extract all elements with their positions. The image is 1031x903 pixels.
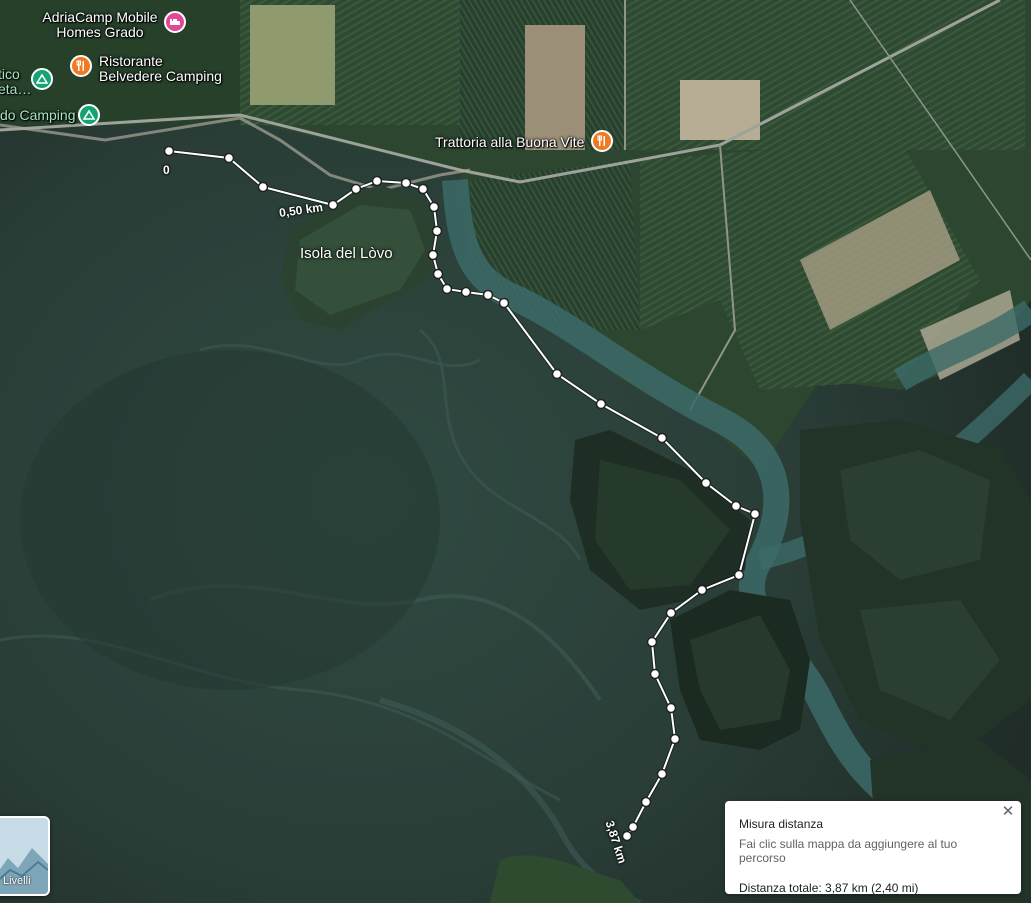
hotel-bed-icon (164, 11, 186, 33)
route-vertex-9[interactable] (431, 225, 443, 237)
route-vertex-28[interactable] (669, 733, 681, 745)
route-vertex-32[interactable] (621, 830, 633, 842)
tent-triangle-icon (31, 68, 53, 90)
poi-adriacamp-label: AdriaCamp Mobile Homes Grado (42, 9, 158, 40)
route-vertex-7[interactable] (417, 183, 429, 195)
route-vertex-4[interactable] (350, 183, 362, 195)
measure-hint: Fai clic sulla mappa da aggiungere al tu… (739, 837, 958, 865)
fork-knife-icon (70, 55, 92, 77)
route-vertex-22[interactable] (733, 569, 745, 581)
route-vertex-26[interactable] (649, 668, 661, 680)
route-start-label: 0 (163, 163, 170, 177)
poi-ristorante-label: Ristorante Belvedere Camping (99, 53, 222, 84)
route-vertex-27[interactable] (665, 702, 677, 714)
layers-button[interactable]: Livelli (0, 816, 50, 896)
route-vertex-30[interactable] (640, 796, 652, 808)
route-vertex-6[interactable] (400, 177, 412, 189)
poi-camping-left-label: do Camping (0, 107, 76, 123)
route-vertex-0[interactable] (163, 145, 175, 157)
route-vertex-8[interactable] (428, 201, 440, 213)
route-vertex-1[interactable] (223, 152, 235, 164)
route-vertex-14[interactable] (482, 289, 494, 301)
route-vertex-15[interactable] (498, 297, 510, 309)
fork-knife-icon (591, 130, 613, 152)
route-vertex-12[interactable] (441, 283, 453, 295)
route-vertex-10[interactable] (427, 249, 439, 261)
route-vertex-24[interactable] (665, 607, 677, 619)
route-vertex-31[interactable] (627, 821, 639, 833)
route-vertex-29[interactable] (656, 768, 668, 780)
poi-trattoria-label: Trattoria alla Buona Vite (435, 134, 585, 150)
route-vertex-20[interactable] (730, 500, 742, 512)
measure-title: Misura distanza (739, 817, 824, 831)
route-vertex-19[interactable] (700, 477, 712, 489)
route-vertex-25[interactable] (646, 636, 658, 648)
close-icon[interactable]: ✕ (999, 803, 1017, 821)
route-vertex-13[interactable] (460, 286, 472, 298)
measure-total: Distanza totale: 3,87 km (2,40 mi) (739, 881, 919, 895)
measure-distance-card: ✕ Misura distanza Fai clic sulla mappa d… (725, 801, 1021, 895)
layers-label: Livelli (3, 875, 31, 887)
route-vertex-21[interactable] (749, 508, 761, 520)
route-vertex-5[interactable] (371, 175, 383, 187)
route-vertex-16[interactable] (551, 368, 563, 380)
island-label: Isola del Lòvo (300, 245, 393, 262)
route-vertex-2[interactable] (257, 181, 269, 193)
route-vertex-3[interactable] (327, 199, 339, 211)
poi-camping-partial-label: tico eta… (0, 66, 32, 97)
tent-triangle-icon (78, 104, 100, 126)
route-vertex-17[interactable] (595, 398, 607, 410)
route-vertex-23[interactable] (696, 584, 708, 596)
route-vertex-18[interactable] (656, 432, 668, 444)
route-vertex-11[interactable] (432, 268, 444, 280)
